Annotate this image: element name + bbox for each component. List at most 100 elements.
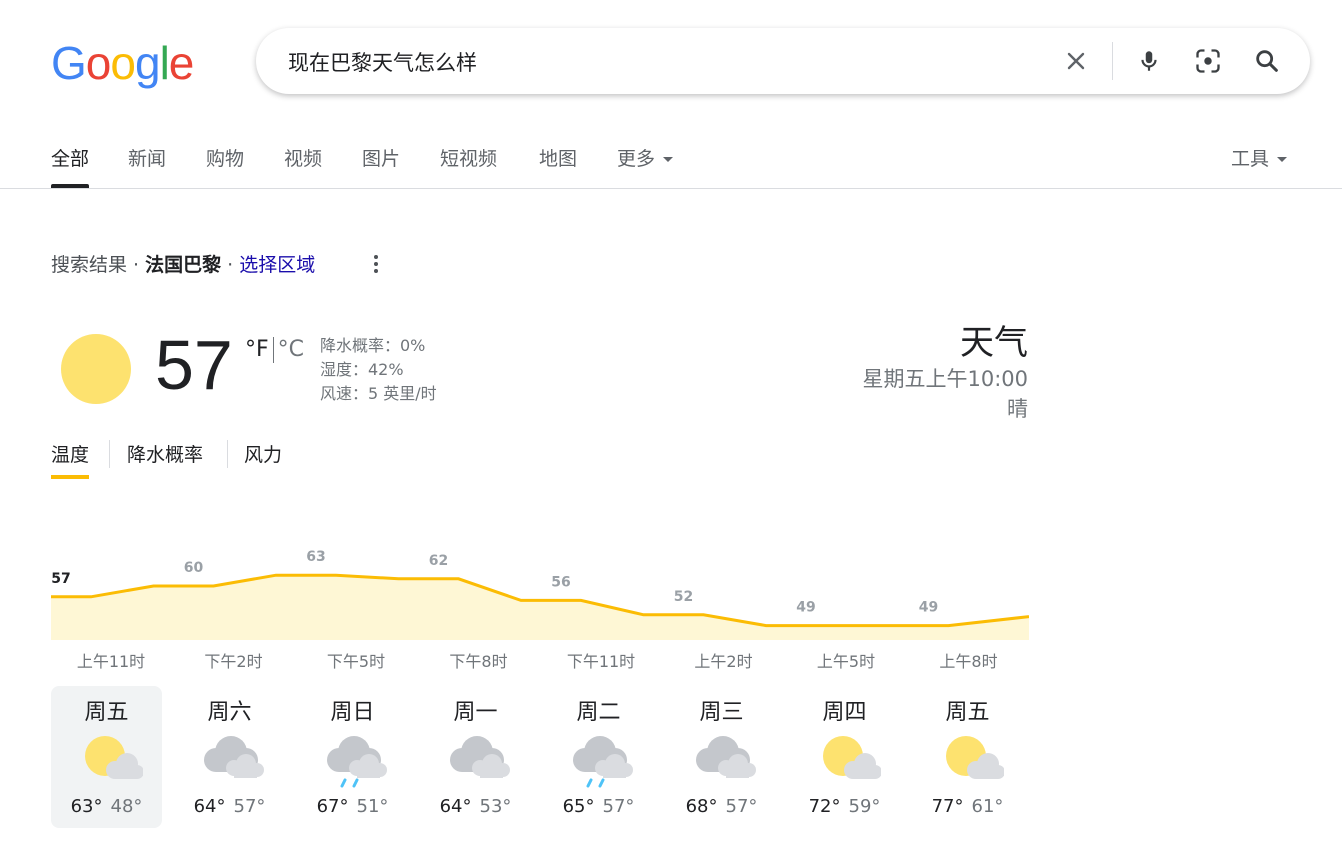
day-forecast-card[interactable]: 周日 67° 51° xyxy=(297,686,408,828)
day-forecast-card[interactable]: 周六 64° 57° xyxy=(174,686,285,828)
day-forecast-card[interactable]: 周三 68° 57° xyxy=(666,686,777,828)
tab-wind[interactable]: 风力 xyxy=(244,440,282,467)
google-logo[interactable]: Google xyxy=(51,37,195,89)
logo-letter: G xyxy=(51,37,87,89)
camera-lens-icon[interactable] xyxy=(1192,45,1224,77)
tab-divider xyxy=(109,440,110,468)
close-icon[interactable] xyxy=(1060,45,1092,77)
day-forecast-card[interactable]: 周一 64° 53° xyxy=(420,686,531,828)
tab-short-videos[interactable]: 短视频 xyxy=(440,144,497,171)
chart-value-label: 62 xyxy=(429,553,448,569)
partly-cloudy-icon xyxy=(946,736,1004,779)
logo-letter: l xyxy=(159,37,170,89)
caret-down-icon xyxy=(663,157,674,162)
microphone-icon[interactable] xyxy=(1133,45,1165,77)
day-forecast-card[interactable]: 周五 63° 48° xyxy=(51,686,162,828)
chart-value-label: 56 xyxy=(551,574,570,590)
tools-label: 工具 xyxy=(1231,148,1270,170)
low-temp: 48° xyxy=(110,796,143,817)
chart-x-axis: 上午11时 下午2时 下午5时 下午8时 下午11时 上午2时 上午5时 上午8时 xyxy=(51,648,1029,671)
tab-label: 全部 xyxy=(51,148,90,170)
chart-value-label: 52 xyxy=(674,589,693,605)
high-temp: 68° xyxy=(685,796,718,817)
weather-condition: 晴 xyxy=(1007,397,1028,421)
search-input[interactable] xyxy=(286,45,1030,79)
tab-label: 新闻 xyxy=(128,148,167,170)
tab-label: 图片 xyxy=(362,148,401,170)
unit-celsius[interactable]: °C xyxy=(278,337,304,362)
more-options-icon[interactable] xyxy=(370,253,382,275)
cloudy-icon xyxy=(450,736,510,778)
low-temp: 57° xyxy=(602,796,635,817)
day-name: 周一 xyxy=(453,700,498,725)
day-temps: 68° 57° xyxy=(666,796,777,817)
search-box[interactable] xyxy=(256,28,1310,94)
tab-divider xyxy=(227,440,228,468)
chart-value-label: 49 xyxy=(919,600,938,616)
weather-title-block: 天气 星期五上午10:00 晴 xyxy=(862,322,1028,424)
humidity-text: 湿度：42% xyxy=(320,360,404,379)
search-icon[interactable] xyxy=(1251,45,1283,77)
wind-text: 风速：5 英里/时 xyxy=(320,384,437,403)
day-forecast-card[interactable]: 周四 72° 59° xyxy=(789,686,900,828)
day-forecast-card[interactable]: 周二 65° 57° xyxy=(543,686,654,828)
chart-x-label: 上午2时 xyxy=(694,652,753,671)
chart-x-label: 上午5时 xyxy=(816,652,876,671)
low-temp: 61° xyxy=(971,796,1004,817)
choose-region-link[interactable]: 选择区域 xyxy=(239,254,315,276)
precipitation-text: 降水概率：0% xyxy=(320,336,426,355)
tab-news[interactable]: 新闻 xyxy=(128,144,166,171)
weather-time: 星期五上午10:00 xyxy=(862,367,1028,391)
weather-title: 天气 xyxy=(960,323,1028,363)
unit-toggle: °F °C xyxy=(245,337,304,363)
chart-x-label: 下午11时 xyxy=(566,652,636,671)
day-name: 周五 xyxy=(84,700,129,725)
tab-maps[interactable]: 地图 xyxy=(539,144,577,171)
day-name: 周五 xyxy=(945,700,990,725)
tab-images[interactable]: 图片 xyxy=(362,144,400,171)
unit-divider xyxy=(272,337,274,363)
cloudy-icon xyxy=(696,736,756,778)
high-temp: 64° xyxy=(193,796,226,817)
low-temp: 53° xyxy=(479,796,512,817)
search-tabs: 全部 新闻 购物 视频 图片 短视频 地图 更多 工具 xyxy=(0,130,1342,189)
low-temp: 57° xyxy=(233,796,266,817)
unit-fahrenheit[interactable]: °F xyxy=(245,337,269,362)
result-location: 法国巴黎 xyxy=(145,254,222,276)
chart-x-label: 上午8时 xyxy=(939,652,998,671)
tab-label: 地图 xyxy=(539,148,578,170)
partly-cloudy-icon xyxy=(85,736,143,779)
chart-value-label: 60 xyxy=(184,560,204,576)
search-divider xyxy=(1112,42,1113,80)
tab-more[interactable]: 更多 xyxy=(617,144,674,171)
chart-x-label: 下午2时 xyxy=(204,652,263,671)
tab-temperature[interactable]: 温度 xyxy=(51,440,90,479)
tab-shopping[interactable]: 购物 xyxy=(206,144,244,171)
tab-precipitation[interactable]: 降水概率 xyxy=(127,440,203,467)
tab-all[interactable]: 全部 xyxy=(51,144,90,188)
result-prefix: 搜索结果 · xyxy=(51,254,146,276)
day-name: 周日 xyxy=(330,700,375,725)
high-temp: 63° xyxy=(70,796,103,817)
chart-x-label: 下午8时 xyxy=(449,652,508,671)
tab-videos[interactable]: 视频 xyxy=(284,144,322,171)
logo-letter: e xyxy=(168,37,195,89)
tools-button[interactable]: 工具 xyxy=(1231,144,1288,171)
chart-value-label: 57 xyxy=(51,571,70,587)
result-sep: · xyxy=(221,254,240,276)
high-temp: 65° xyxy=(562,796,595,817)
logo-letter: o xyxy=(85,37,112,89)
day-name: 周二 xyxy=(576,700,621,725)
rain-icon xyxy=(327,736,387,788)
logo-letter: g xyxy=(134,37,161,89)
rain-icon xyxy=(573,736,633,788)
low-temp: 57° xyxy=(725,796,758,817)
tab-label: 视频 xyxy=(284,148,323,170)
chart-value-label: 49 xyxy=(796,600,815,616)
day-forecast-card[interactable]: 周五 77° 61° xyxy=(912,686,1023,828)
chart-x-label: 下午5时 xyxy=(326,652,386,671)
current-temperature: 57 xyxy=(155,326,233,404)
day-temps: 65° 57° xyxy=(543,796,654,817)
tab-label: 购物 xyxy=(206,148,245,170)
day-temps: 72° 59° xyxy=(789,796,900,817)
